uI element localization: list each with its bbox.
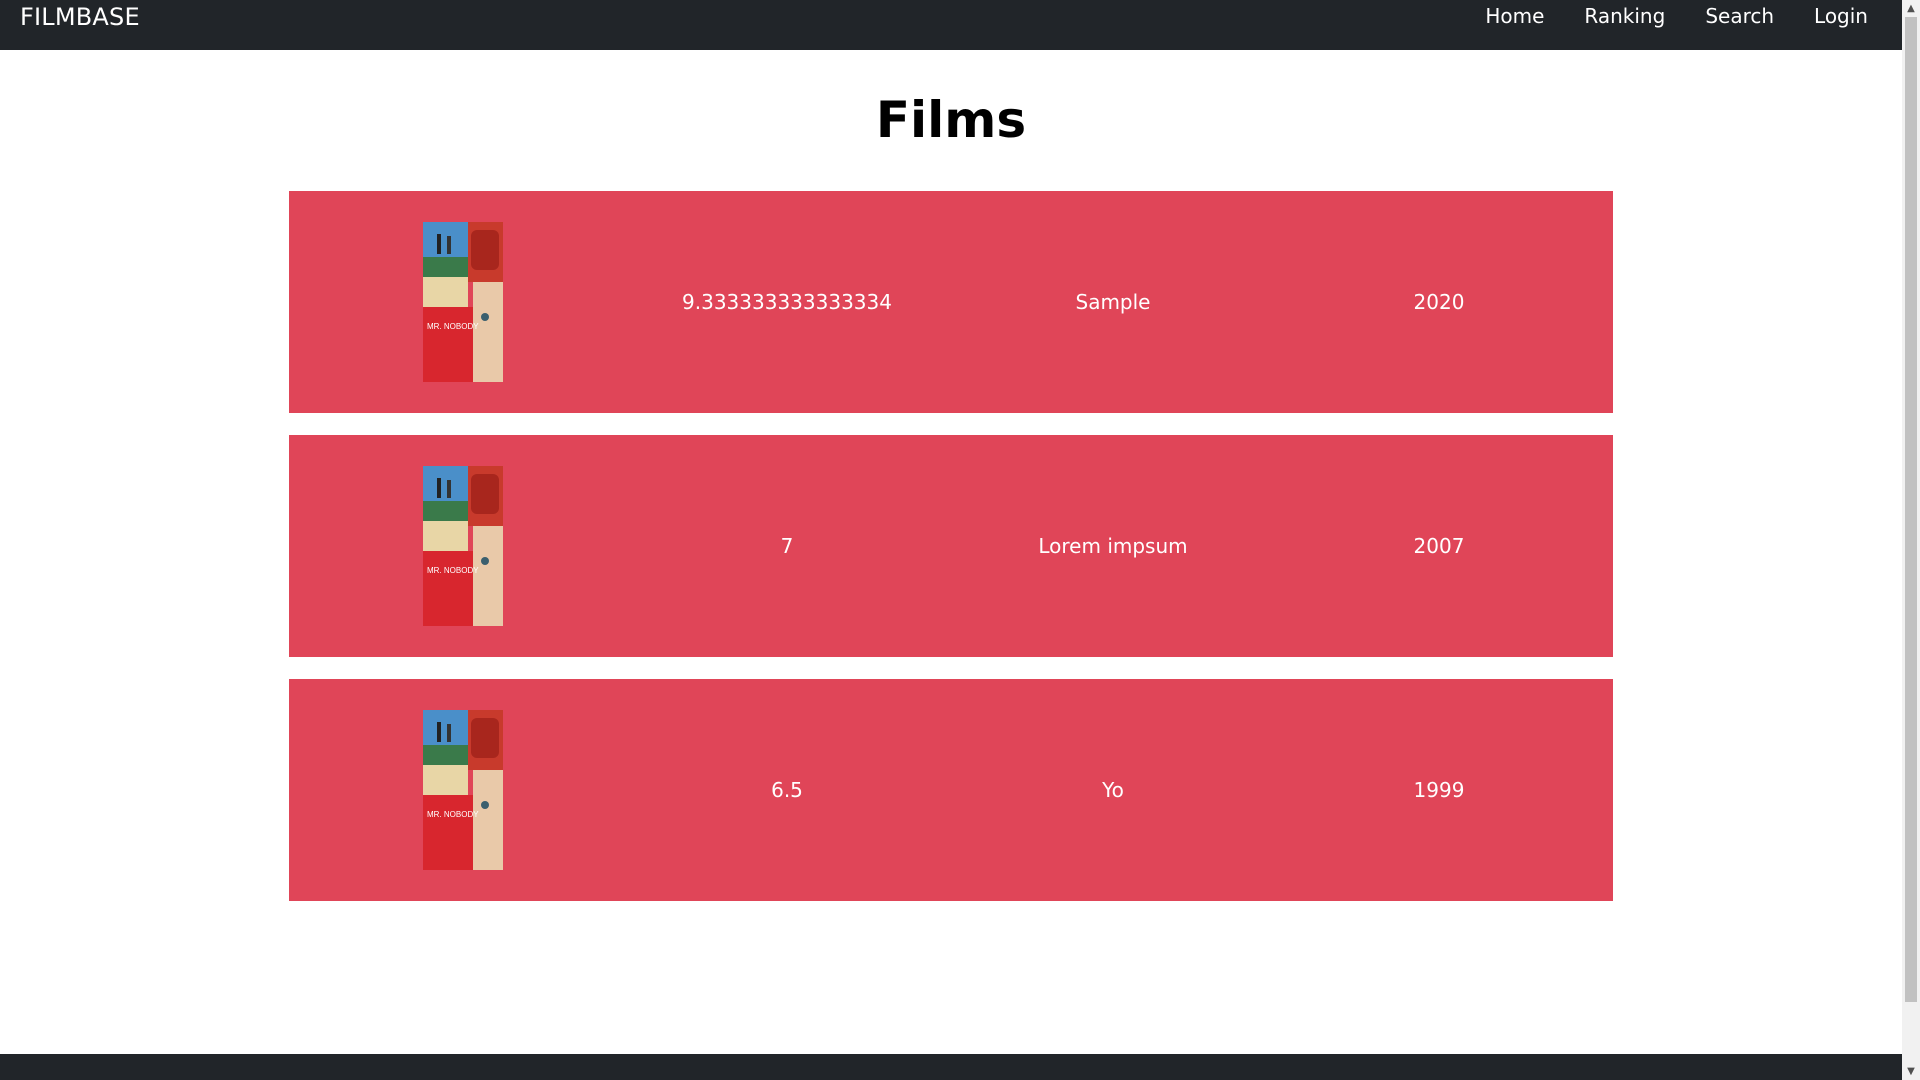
film-title: Lorem impsum bbox=[1038, 534, 1188, 558]
film-rating: 9.333333333333334 bbox=[682, 290, 892, 314]
poster-title-text: MR. NOBODY bbox=[427, 566, 479, 575]
chevron-down-icon[interactable]: ▼ bbox=[1902, 1063, 1920, 1080]
footer bbox=[0, 1054, 1902, 1080]
film-card[interactable]: MR. NOBODY 9.333333333333334 Sample 2020 bbox=[289, 191, 1613, 413]
page: FILMBASE Home Ranking Search Login Films bbox=[0, 0, 1920, 1080]
navbar: FILMBASE Home Ranking Search Login bbox=[0, 0, 1902, 50]
film-rating: 7 bbox=[780, 534, 794, 558]
film-poster[interactable]: MR. NOBODY bbox=[423, 466, 503, 626]
film-poster[interactable]: MR. NOBODY bbox=[423, 222, 503, 382]
film-year: 2020 bbox=[1413, 290, 1465, 314]
nav-link-search[interactable]: Search bbox=[1705, 4, 1774, 28]
film-card[interactable]: MR. NOBODY 7 Lorem impsum 2007 bbox=[289, 435, 1613, 657]
nav-links: Home Ranking Search Login bbox=[1485, 4, 1868, 28]
film-year: 2007 bbox=[1413, 534, 1465, 558]
poster-title-text: MR. NOBODY bbox=[427, 810, 479, 819]
page-title: Films bbox=[875, 91, 1027, 149]
poster-title-text: MR. NOBODY bbox=[427, 322, 479, 331]
film-card[interactable]: MR. NOBODY 6.5 Yo 1999 bbox=[289, 679, 1613, 901]
chevron-up-icon[interactable]: ▲ bbox=[1902, 0, 1920, 17]
brand-logo[interactable]: FILMBASE bbox=[20, 4, 140, 30]
vertical-scrollbar[interactable]: ▲ ▼ bbox=[1902, 0, 1920, 1080]
film-rating: 6.5 bbox=[771, 778, 803, 802]
nav-link-ranking[interactable]: Ranking bbox=[1584, 4, 1665, 28]
film-poster[interactable]: MR. NOBODY bbox=[423, 710, 503, 870]
film-title: Sample bbox=[1075, 290, 1151, 314]
film-year: 1999 bbox=[1413, 778, 1465, 802]
film-title: Yo bbox=[1102, 778, 1124, 802]
nav-link-login[interactable]: Login bbox=[1814, 4, 1868, 28]
films-list: MR. NOBODY 9.333333333333334 Sample 2020 bbox=[289, 191, 1613, 923]
scrollbar-thumb[interactable] bbox=[1905, 17, 1917, 1002]
nav-link-home[interactable]: Home bbox=[1485, 4, 1544, 28]
